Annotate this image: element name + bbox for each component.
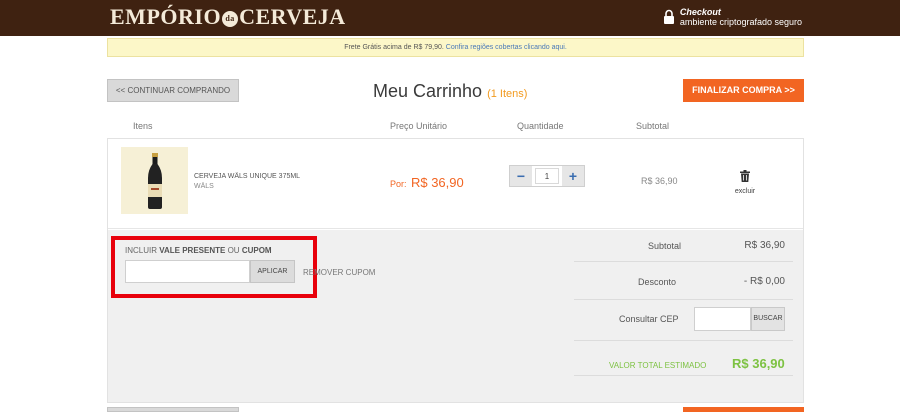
apply-coupon-button[interactable]: APLICAR <box>250 260 295 283</box>
coupon-label: INCLUIR VALE PRESENTE OU CUPOM <box>125 246 272 255</box>
subtotal-value: R$ 36,90 <box>744 240 785 251</box>
search-cep-button[interactable]: BUSCAR <box>751 307 785 331</box>
lock-icon <box>663 9 674 24</box>
item-subtotal: R$ 36,90 <box>641 176 678 186</box>
logo-da-badge: da <box>222 11 239 27</box>
summary-divider-2 <box>574 299 793 300</box>
beer-bottle-icon <box>148 153 162 209</box>
top-header-bar: EMPÓRIO da CERVEJA Checkout ambiente cript… <box>0 0 900 36</box>
quantity-stepper: − + <box>509 165 585 187</box>
checkout-subtitle: ambiente criptografado seguro <box>679 17 802 27</box>
increase-quantity-button[interactable]: + <box>562 166 584 186</box>
subtotal-label: Subtotal <box>648 241 682 251</box>
unit-price: Por: R$ 36,90 <box>390 174 464 192</box>
quantity-input[interactable] <box>535 168 559 184</box>
free-shipping-text: Frete Grátis acima de R$ 79,90. <box>344 44 444 51</box>
price-value: R$ 36,90 <box>410 175 464 190</box>
logo-word-cerveja: CERVEJA <box>239 4 346 29</box>
decrease-quantity-button[interactable]: − <box>510 166 532 186</box>
continue-shopping-button[interactable]: << CONTINUAR COMPRANDO <box>107 79 239 102</box>
header-items: Itens <box>133 121 153 131</box>
product-image[interactable] <box>121 147 188 214</box>
header-quantity: Quantidade <box>517 121 564 131</box>
finish-purchase-button[interactable]: FINALIZAR COMPRA >> <box>683 79 804 102</box>
cart-item-row: CERVEJA WÄLS UNIQUE 375ML WÄLS Por: R$ 3… <box>108 139 803 229</box>
cart-summary-area: INCLUIR VALE PRESENTE OU CUPOM APLICAR R… <box>108 230 803 402</box>
product-brand: WÄLS <box>194 183 214 190</box>
page-title-text: Meu Carrinho <box>373 81 483 101</box>
cep-input[interactable] <box>694 307 751 331</box>
total-value: R$ 36,90 <box>732 356 785 371</box>
remove-coupon-link[interactable]: REMOVER CUPOM <box>303 268 375 277</box>
coupon-label-gift: VALE PRESENTE <box>159 246 226 255</box>
discount-value: - R$ 0,00 <box>743 276 785 287</box>
store-logo[interactable]: EMPÓRIO da CERVEJA <box>110 4 346 30</box>
trash-icon <box>740 170 750 182</box>
delete-label: excluir <box>734 188 756 195</box>
checkout-title: Checkout <box>679 7 721 17</box>
total-label: VALOR TOTAL ESTIMADO <box>609 361 707 370</box>
cep-label: Consultar CEP <box>619 314 679 324</box>
coupon-label-prefix: INCLUIR <box>125 246 158 255</box>
shipping-regions-link[interactable]: Confira regiões cobertas clicando aqui. <box>446 44 567 51</box>
product-name[interactable]: CERVEJA WÄLS UNIQUE 375ML <box>194 173 300 180</box>
summary-divider-3 <box>574 340 793 341</box>
free-shipping-banner: Frete Grátis acima de R$ 79,90. Confira … <box>107 38 804 57</box>
discount-label: Desconto <box>638 277 677 287</box>
coupon-label-or: OU <box>227 246 240 255</box>
summary-divider-1 <box>574 261 793 262</box>
delete-item-button[interactable]: excluir <box>733 169 757 195</box>
header-unit-price: Preço Unitário <box>390 121 448 131</box>
coupon-input[interactable] <box>125 260 250 283</box>
cart-container: CERVEJA WÄLS UNIQUE 375ML WÄLS Por: R$ 3… <box>107 138 804 403</box>
coupon-label-coupon: CUPOM <box>241 246 272 255</box>
summary-divider-4 <box>574 375 793 376</box>
page-title: Meu Carrinho (1 Itens) <box>373 81 527 102</box>
price-prefix: Por: <box>390 179 407 189</box>
secure-checkout-notice: Checkout ambiente criptografado seguro <box>663 7 802 27</box>
cart-item-count: (1 Itens) <box>487 88 528 100</box>
header-subtotal: Subtotal <box>636 121 670 131</box>
logo-word-emporio: EMPÓRIO <box>110 4 222 29</box>
